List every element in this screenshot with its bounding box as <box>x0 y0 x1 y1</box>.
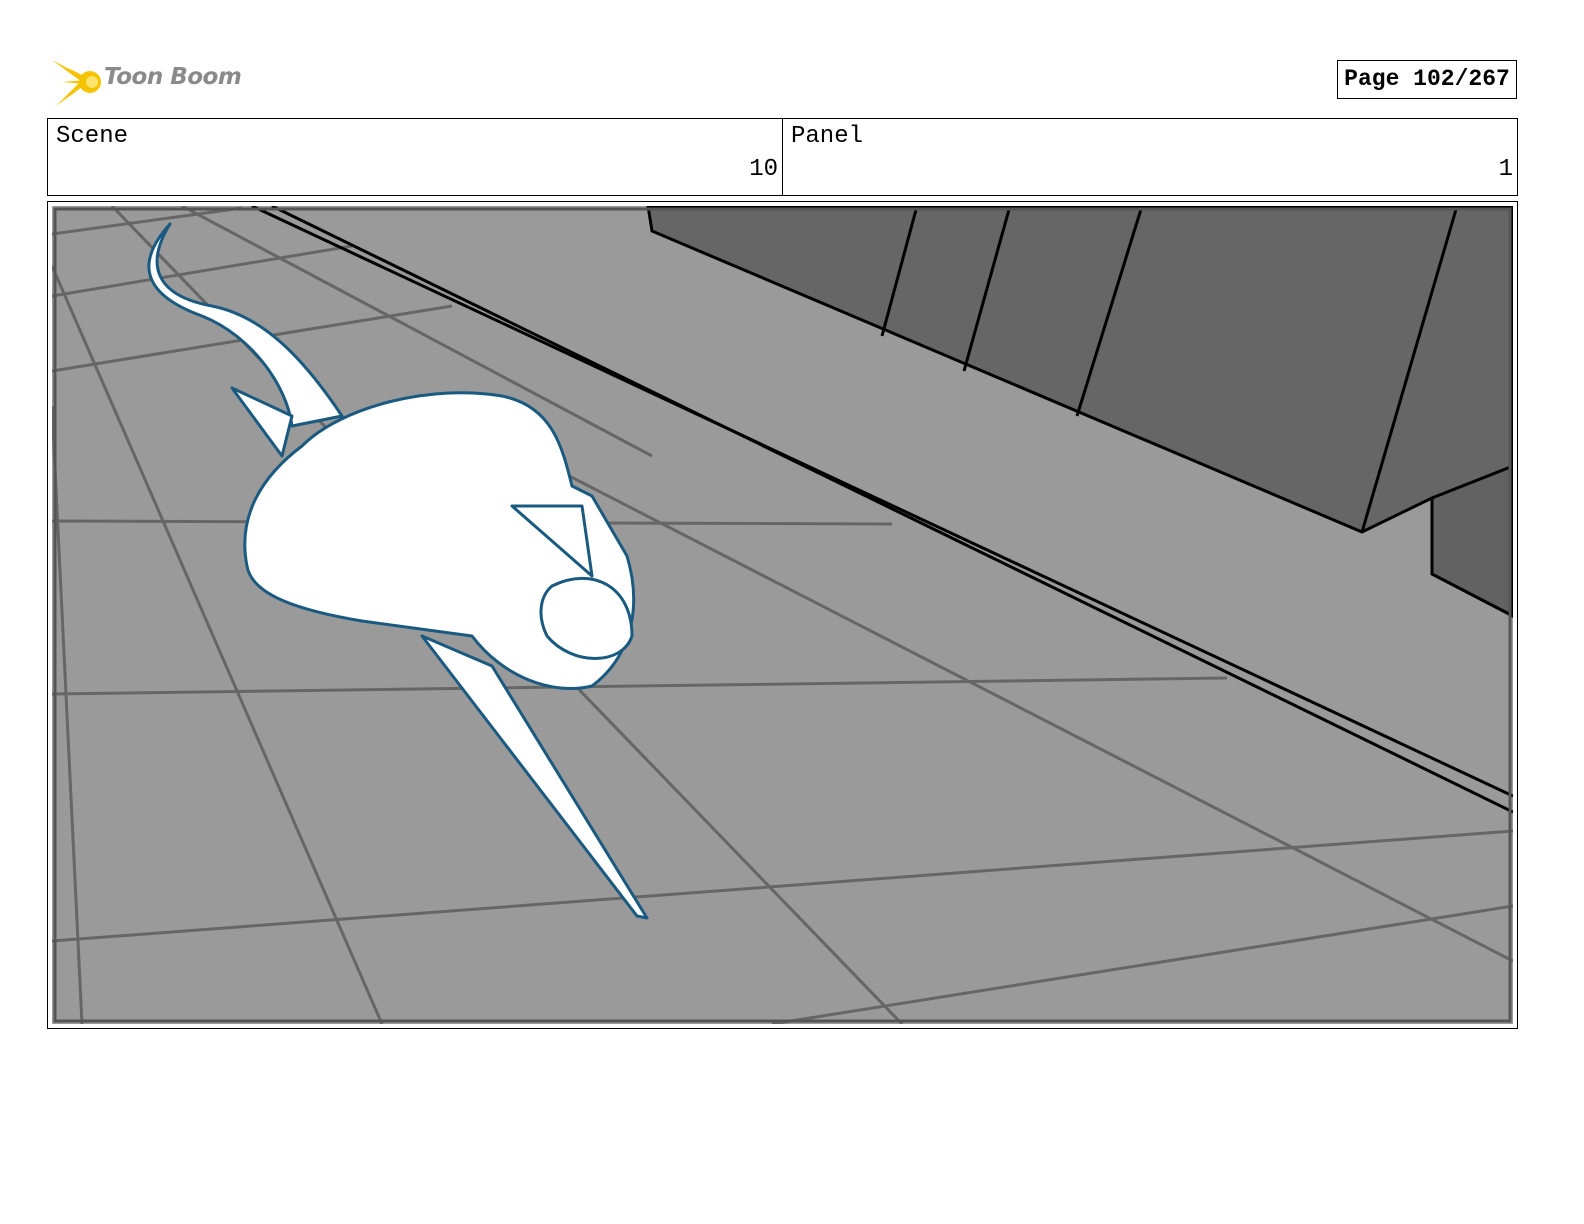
page-indicator: Page 102/267 <box>1337 60 1517 99</box>
panel-label: Panel <box>791 123 864 150</box>
scene-number: 10 <box>749 156 778 183</box>
scene-panel-header: Scene 10 Panel 1 <box>47 118 1518 196</box>
storyboard-panel <box>47 201 1518 1029</box>
panel-cell: Panel 1 <box>782 119 1517 195</box>
scene-cell: Scene 10 <box>48 119 782 195</box>
panel-number: 1 <box>1498 156 1513 183</box>
scene-label: Scene <box>56 123 129 150</box>
storyboard-drawing <box>52 206 1513 1024</box>
logo-text: Toon Boom <box>104 64 242 90</box>
